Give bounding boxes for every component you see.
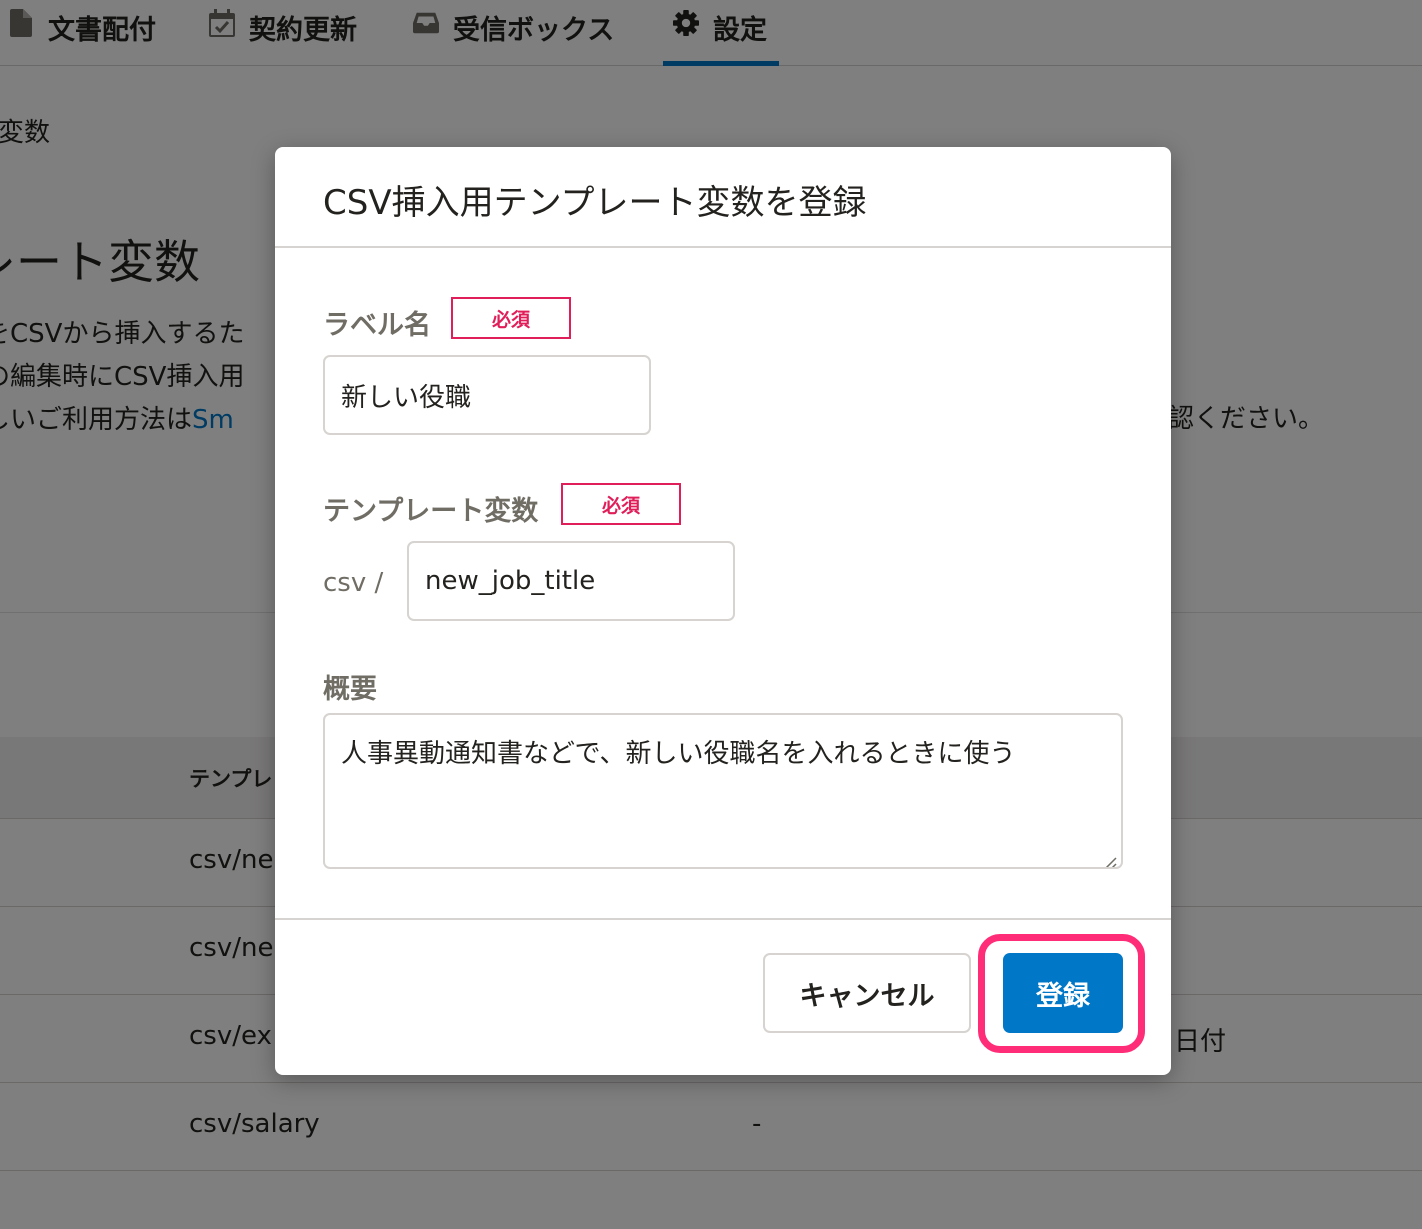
dialog-header: CSV挿入用テンプレート変数を登録 — [275, 147, 1171, 248]
dialog-title: CSV挿入用テンプレート変数を登録 — [323, 183, 867, 223]
template-variable-input[interactable]: new_job_title — [407, 541, 735, 621]
summary-textarea[interactable]: 人事異動通知書などで、新しい役職名を入れるときに使う — [323, 713, 1123, 869]
summary-label: 概要 — [323, 674, 377, 705]
label-name-input[interactable]: 新しい役職 — [323, 355, 651, 435]
dialog-footer-divider — [275, 918, 1171, 920]
template-variable-label: テンプレート変数 — [323, 496, 539, 527]
register-button[interactable]: 登録 — [1003, 953, 1123, 1033]
cancel-button[interactable]: キャンセル — [763, 953, 971, 1033]
variable-prefix: csv / — [323, 568, 384, 598]
required-badge: 必須 — [451, 297, 571, 339]
required-badge: 必須 — [561, 483, 681, 525]
register-variable-dialog: CSV挿入用テンプレート変数を登録 ラベル名 必須 新しい役職 テンプレート変数… — [275, 147, 1171, 1075]
summary-text: 人事異動通知書などで、新しい役職名を入れるときに使う — [341, 739, 1016, 769]
label-name-label: ラベル名 — [323, 310, 431, 341]
resize-handle-icon[interactable] — [1101, 847, 1117, 867]
